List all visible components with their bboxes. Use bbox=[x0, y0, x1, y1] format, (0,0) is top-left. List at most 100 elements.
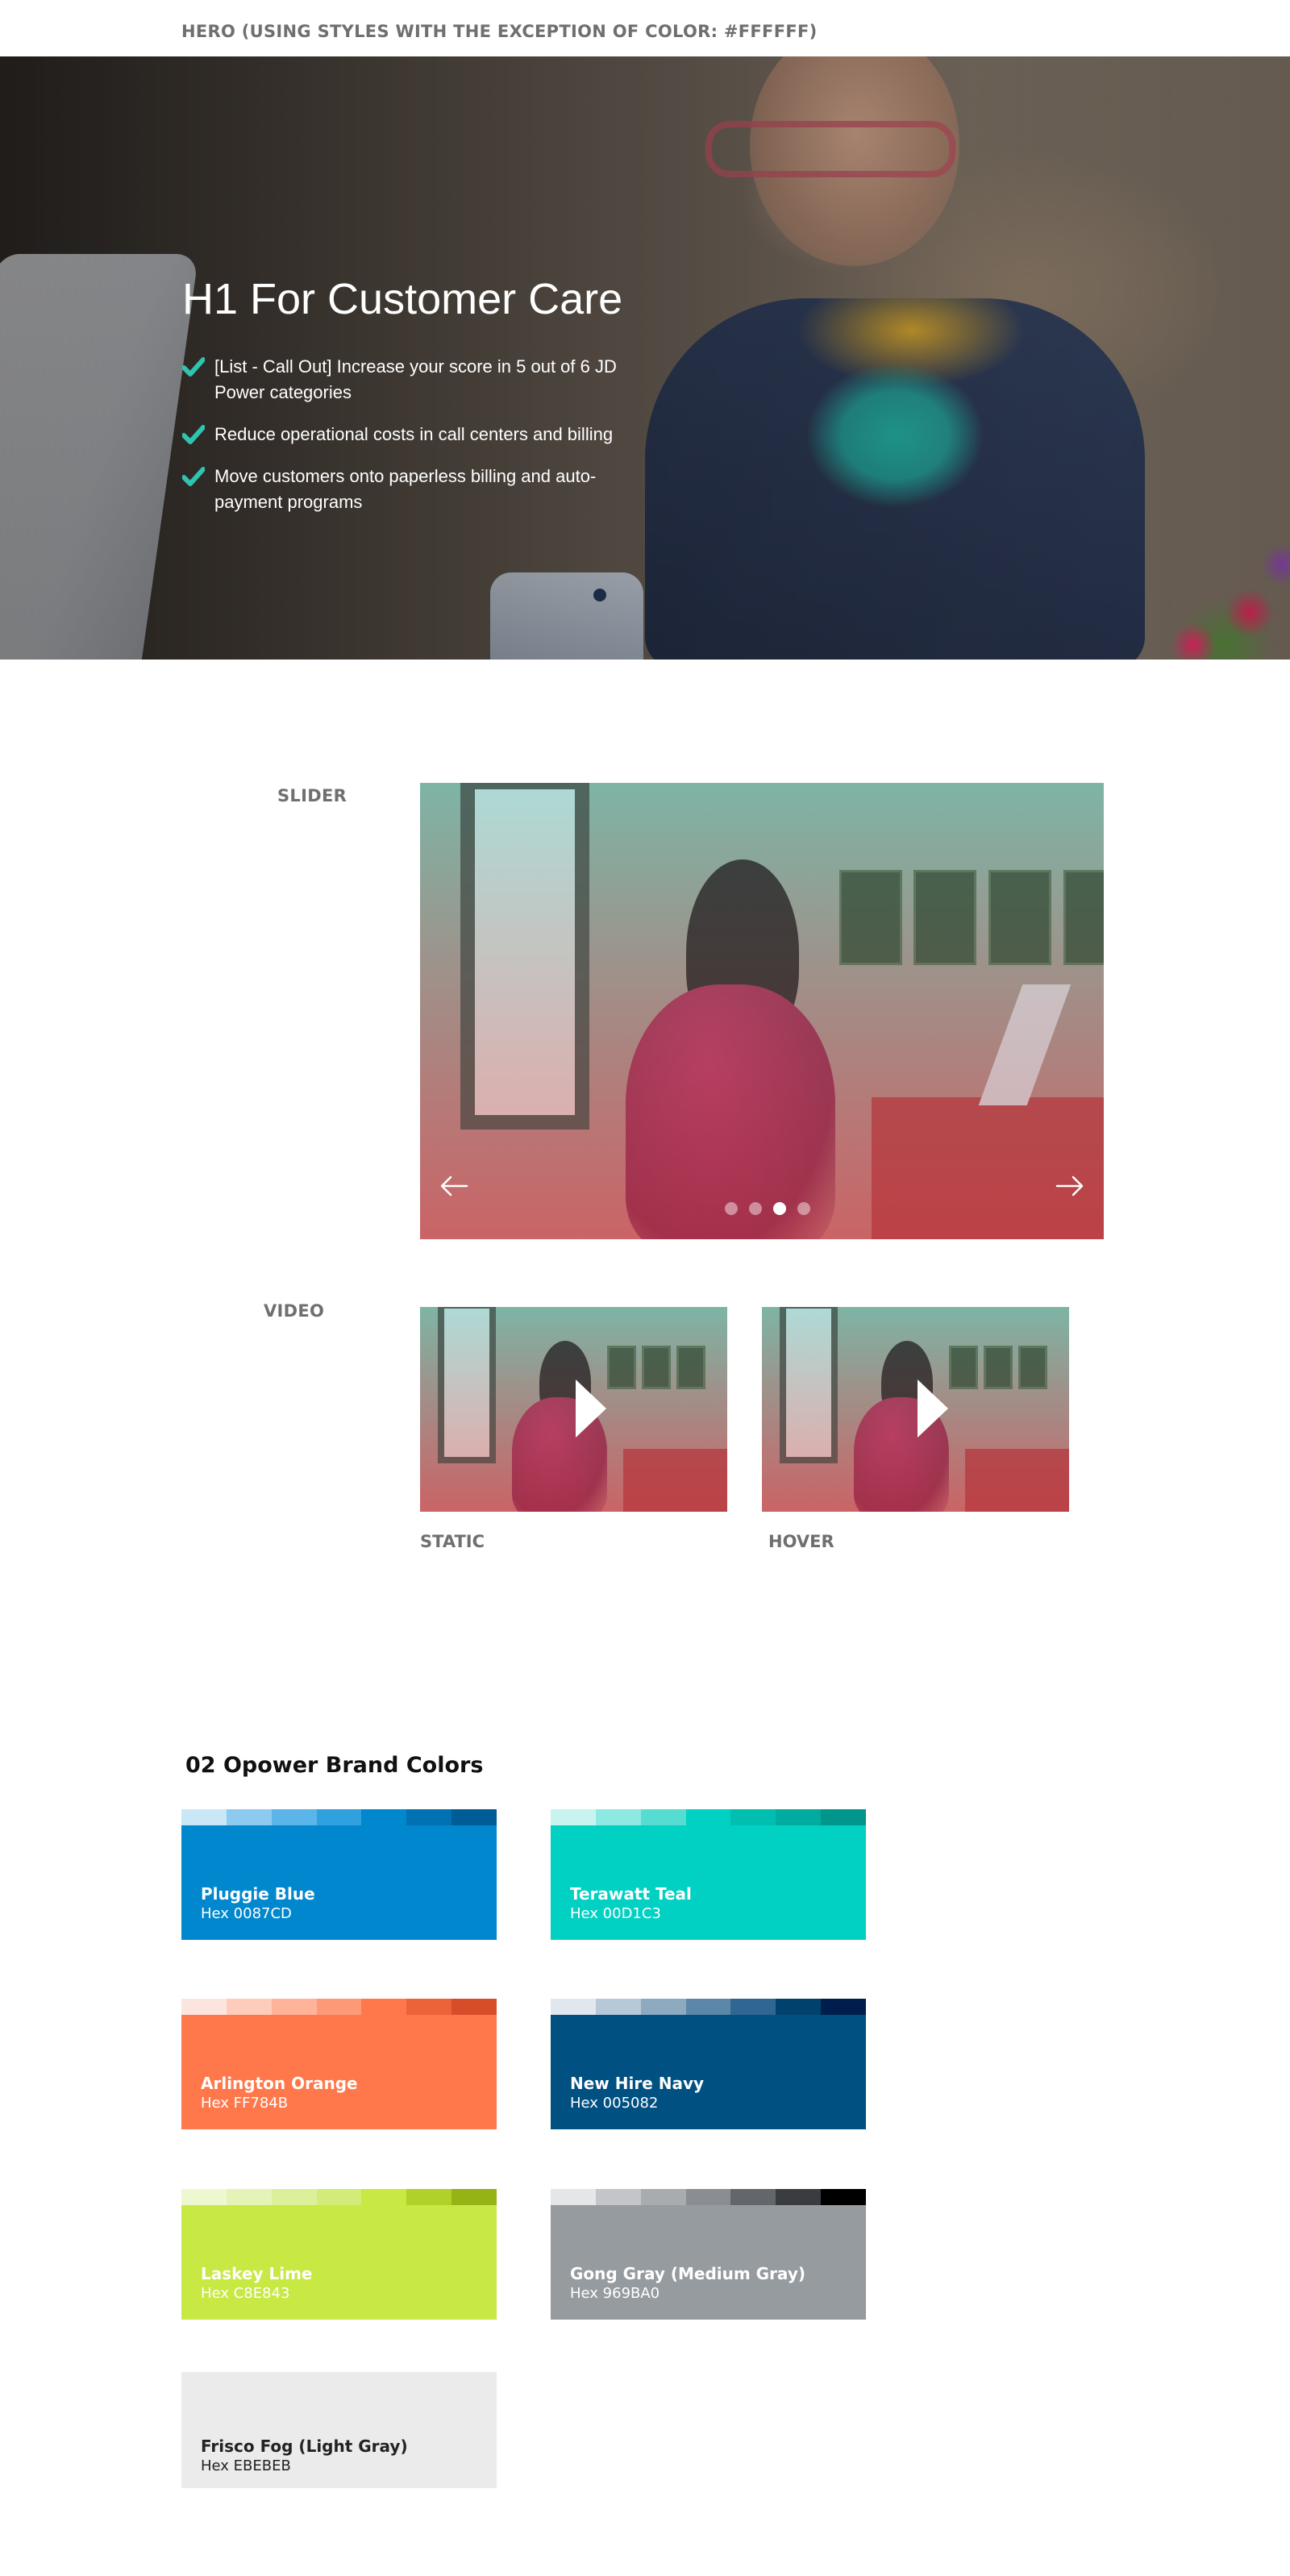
swatch-tint bbox=[776, 2189, 822, 2205]
swatch-tint bbox=[551, 2189, 596, 2205]
slider-dot-3[interactable] bbox=[773, 1202, 786, 1215]
swatch-tint bbox=[361, 1999, 407, 2015]
swatch-tint bbox=[361, 1809, 407, 1825]
swatch-tint bbox=[406, 1809, 452, 1825]
hero-bullet: [List - Call Out] Increase your score in… bbox=[182, 354, 634, 406]
slider-overlay bbox=[420, 783, 1104, 1239]
swatch-arlington-orange: Arlington Orange Hex FF784B bbox=[181, 1999, 497, 2129]
swatch-tint bbox=[821, 1809, 867, 1825]
swatch-tint-strip bbox=[181, 2189, 497, 2205]
swatch-body: Arlington Orange Hex FF784B bbox=[181, 2015, 497, 2129]
slider-section-label: SLIDER bbox=[277, 786, 347, 805]
slider-dot-2[interactable] bbox=[749, 1202, 762, 1215]
swatch-tint bbox=[226, 2189, 272, 2205]
swatch-tint bbox=[730, 2189, 776, 2205]
slider-pagination bbox=[725, 1202, 810, 1215]
arrow-left-icon[interactable] bbox=[438, 1170, 470, 1202]
swatch-tint-strip bbox=[551, 2189, 867, 2205]
swatch-tint bbox=[452, 1999, 497, 2015]
swatch-tint bbox=[226, 1809, 272, 1825]
swatch-new-hire-navy: New Hire Navy Hex 005082 bbox=[551, 1999, 867, 2129]
swatch-tint bbox=[595, 1999, 641, 2015]
image-slider[interactable] bbox=[420, 783, 1104, 1239]
swatch-hex: Hex 005082 bbox=[570, 2095, 659, 2112]
swatch-tint bbox=[181, 2189, 227, 2205]
hero-bullet-text: Reduce operational costs in call centers… bbox=[214, 424, 614, 445]
video-hover-caption: HOVER bbox=[768, 1532, 834, 1551]
swatch-tint bbox=[226, 1999, 272, 2015]
swatch-body: Laskey Lime Hex C8E843 bbox=[181, 2205, 497, 2320]
video-static-caption: STATIC bbox=[420, 1532, 485, 1551]
slider-dot-1[interactable] bbox=[725, 1202, 738, 1215]
swatch-tint bbox=[730, 1809, 776, 1825]
swatch-name: Gong Gray (Medium Gray) bbox=[570, 2264, 805, 2283]
video-section-label: VIDEO bbox=[264, 1301, 325, 1321]
swatch-laskey-lime: Laskey Lime Hex C8E843 bbox=[181, 2189, 497, 2320]
swatch-hex: Hex EBEBEB bbox=[201, 2457, 291, 2474]
hero-title: H1 For Customer Care bbox=[182, 275, 623, 323]
hero-bullet-text: Move customers onto paperless billing an… bbox=[214, 466, 597, 513]
swatch-tint bbox=[685, 1999, 731, 2015]
swatch-name: Terawatt Teal bbox=[570, 1884, 692, 1904]
swatch-tint bbox=[551, 1809, 596, 1825]
swatch-tint bbox=[776, 1999, 822, 2015]
arrow-right-icon[interactable] bbox=[1054, 1170, 1086, 1202]
swatch-tint bbox=[271, 2189, 317, 2205]
swatch-tint bbox=[316, 1809, 362, 1825]
swatch-body: Frisco Fog (Light Gray) Hex EBEBEB bbox=[181, 2372, 497, 2488]
hero-content: H1 For Customer Care [List - Call Out] I… bbox=[182, 275, 666, 531]
swatch-tint bbox=[452, 1809, 497, 1825]
swatch-body: New Hire Navy Hex 005082 bbox=[551, 2015, 866, 2129]
swatch-tint bbox=[271, 1809, 317, 1825]
swatch-tint bbox=[181, 1999, 227, 2015]
brand-colors-title: 02 Opower Brand Colors bbox=[185, 1753, 484, 1778]
swatch-body: Gong Gray (Medium Gray) Hex 969BA0 bbox=[551, 2205, 866, 2320]
hero-bullet: Move customers onto paperless billing an… bbox=[182, 464, 634, 515]
swatch-tint bbox=[821, 2189, 867, 2205]
video-thumbnail-hover[interactable] bbox=[762, 1307, 1069, 1512]
slider-dot-4[interactable] bbox=[797, 1202, 810, 1215]
swatch-hex: Hex C8E843 bbox=[201, 2285, 290, 2302]
swatch-name: Arlington Orange bbox=[201, 2074, 358, 2093]
swatch-tint-strip bbox=[551, 1999, 867, 2015]
swatch-tint bbox=[821, 1999, 867, 2015]
swatch-hex: Hex 0087CD bbox=[201, 1905, 292, 1922]
swatch-tint-strip bbox=[181, 1999, 497, 2015]
swatch-name: New Hire Navy bbox=[570, 2074, 705, 2093]
hero-bullet: Reduce operational costs in call centers… bbox=[182, 422, 634, 447]
swatch-tint bbox=[271, 1999, 317, 2015]
hero-bullet-text: [List - Call Out] Increase your score in… bbox=[214, 356, 617, 403]
swatch-tint bbox=[595, 1809, 641, 1825]
swatch-tint bbox=[406, 2189, 452, 2205]
swatch-name: Laskey Lime bbox=[201, 2264, 313, 2283]
play-icon[interactable] bbox=[918, 1380, 948, 1438]
swatch-terawatt-teal: Terawatt Teal Hex 00D1C3 bbox=[551, 1809, 867, 1940]
video-overlay bbox=[762, 1307, 1069, 1512]
swatch-tint bbox=[316, 1999, 362, 2015]
swatch-pluggie-blue: Pluggie Blue Hex 0087CD bbox=[181, 1809, 497, 1940]
swatch-tint bbox=[776, 1809, 822, 1825]
video-thumbnail-static[interactable] bbox=[420, 1307, 727, 1512]
swatch-tint bbox=[181, 1809, 227, 1825]
swatch-tint bbox=[640, 1809, 686, 1825]
swatch-body: Pluggie Blue Hex 0087CD bbox=[181, 1825, 497, 1940]
swatch-tint bbox=[316, 2189, 362, 2205]
swatch-tint bbox=[361, 2189, 407, 2205]
video-overlay bbox=[420, 1307, 727, 1512]
swatch-tint bbox=[595, 2189, 641, 2205]
check-icon bbox=[182, 425, 205, 445]
swatch-tint bbox=[406, 1999, 452, 2015]
swatch-hex: Hex FF784B bbox=[201, 2095, 289, 2112]
swatch-tint-strip bbox=[181, 1809, 497, 1825]
swatch-hex: Hex 969BA0 bbox=[570, 2285, 660, 2302]
hero-bullet-list: [List - Call Out] Increase your score in… bbox=[182, 354, 666, 515]
swatch-hex: Hex 00D1C3 bbox=[570, 1905, 661, 1922]
swatch-tint bbox=[685, 1809, 731, 1825]
swatch-name: Frisco Fog (Light Gray) bbox=[201, 2437, 408, 2456]
hero-banner: H1 For Customer Care [List - Call Out] I… bbox=[0, 56, 1290, 660]
check-icon bbox=[182, 467, 205, 487]
swatch-tint-strip bbox=[551, 1809, 867, 1825]
swatch-tint bbox=[685, 2189, 731, 2205]
play-icon[interactable] bbox=[576, 1380, 606, 1438]
check-icon bbox=[182, 357, 205, 377]
